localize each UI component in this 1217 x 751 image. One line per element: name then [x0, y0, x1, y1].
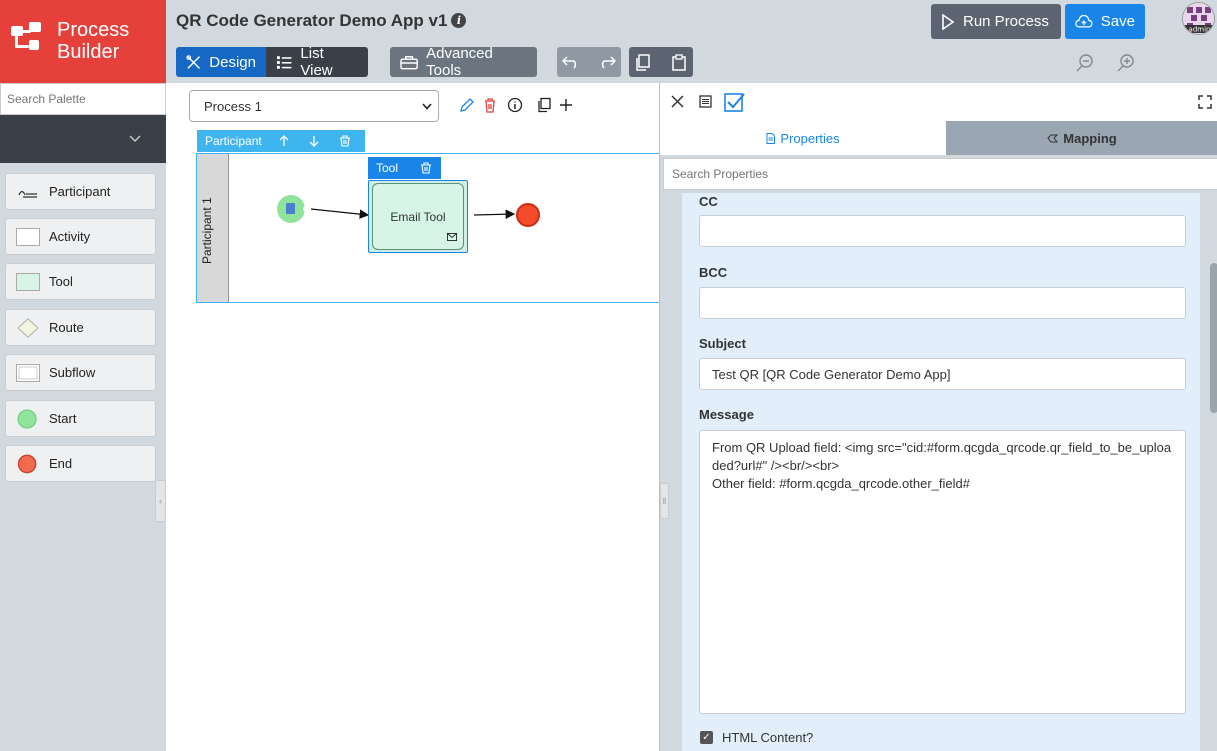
copy-paste-group [629, 47, 693, 77]
document-icon [766, 132, 776, 144]
bcc-label: BCC [699, 265, 728, 280]
palette-item-activity[interactable]: Activity [5, 218, 156, 255]
palette-panel: Participant Activity Tool Route Subflow … [0, 83, 166, 751]
zoom-out-icon[interactable] [1075, 52, 1095, 72]
app-logo: Process Builder [0, 0, 166, 83]
design-tools-icon [186, 54, 201, 69]
end-icon [17, 454, 37, 473]
end-node[interactable] [516, 203, 540, 227]
activity-icon [16, 227, 40, 246]
redo-button[interactable] [593, 47, 621, 77]
start-icon [17, 408, 37, 429]
move-down-icon[interactable] [309, 135, 319, 147]
fullscreen-icon[interactable] [1198, 95, 1212, 109]
list-icon [276, 55, 292, 69]
palette-item-end[interactable]: End [5, 445, 156, 482]
palette-item-start[interactable]: Start [5, 400, 156, 437]
redo-icon [601, 56, 616, 69]
paste-icon [672, 53, 686, 71]
undo-icon [562, 56, 577, 69]
transition-start-to-tool[interactable] [310, 208, 370, 219]
delete-tool-icon[interactable] [420, 162, 432, 174]
app-name: Process Builder [57, 19, 130, 63]
mapping-icon [1047, 134, 1059, 142]
undo-button[interactable] [557, 47, 585, 77]
delete-participant-icon[interactable] [339, 135, 351, 147]
process-select[interactable]: Process 1 [189, 90, 439, 122]
palette-category-dropdown[interactable] [0, 115, 166, 163]
toolbox-icon [400, 55, 418, 69]
edit-pencil-icon[interactable] [459, 97, 475, 113]
properties-resize-handle[interactable]: ‖ [660, 483, 669, 519]
run-process-button[interactable]: Run Process [931, 4, 1061, 39]
html-content-checkbox[interactable]: ✓ [700, 731, 713, 744]
participant-toolbar: Participant [197, 130, 365, 152]
properties-panel: Properties Mapping CC BCC Subject Test Q… [659, 83, 1217, 751]
info-circle-icon[interactable] [507, 97, 523, 113]
html-content-label: HTML Content? [722, 730, 814, 745]
route-icon [17, 317, 39, 338]
form-view-icon[interactable] [699, 95, 712, 108]
cloud-upload-icon [1075, 14, 1093, 27]
design-tab-button[interactable]: Design [176, 47, 266, 77]
bcc-field[interactable] [699, 287, 1186, 319]
email-tool-node[interactable]: Email Tool [368, 180, 468, 253]
chevron-down-icon [422, 103, 432, 110]
zoom-in-icon[interactable] [1116, 52, 1136, 72]
tab-mapping[interactable]: Mapping [946, 121, 1217, 155]
search-palette-input[interactable] [0, 83, 166, 115]
save-button[interactable]: Save [1065, 4, 1145, 39]
participant-icon [18, 190, 37, 198]
palette-resize-handle[interactable]: ‹ [155, 480, 166, 522]
subflow-icon [16, 363, 40, 382]
form-icon [286, 203, 295, 214]
delete-icon[interactable] [482, 97, 498, 113]
advanced-tools-button[interactable]: Advanced Tools [390, 45, 537, 79]
list-view-button[interactable]: List View [266, 45, 368, 79]
search-properties-input[interactable] [663, 158, 1217, 190]
copy-icon [636, 53, 650, 71]
tool-node-label: Email Tool [390, 209, 446, 224]
tool-icon [16, 272, 40, 291]
cc-field[interactable] [699, 215, 1186, 247]
svg-text:admin: admin [1189, 26, 1211, 34]
subject-field[interactable]: Test QR [QR Code Generator Demo App] [699, 358, 1186, 390]
palette-item-route[interactable]: Route [5, 309, 156, 346]
play-icon [942, 13, 955, 30]
cc-label: CC [699, 194, 718, 209]
copy-button[interactable] [629, 47, 657, 77]
message-textarea[interactable]: From QR Upload field: <img src="cid:#for… [699, 430, 1186, 714]
process-builder-logo-icon [11, 22, 53, 58]
user-avatar[interactable]: admin [1182, 2, 1215, 35]
message-label: Message [699, 407, 754, 422]
page-title: QR Code Generator Demo App v1 i [176, 11, 467, 31]
move-up-icon[interactable] [279, 135, 289, 147]
transition-tool-to-end[interactable] [473, 209, 516, 220]
close-icon[interactable] [671, 95, 684, 108]
palette-item-subflow[interactable]: Subflow [5, 354, 156, 391]
design-canvas[interactable]: Process 1 Participant Participant 1 Tool [166, 83, 659, 751]
connector-handle[interactable] [303, 206, 309, 212]
tool-toolbar: Tool [368, 157, 441, 179]
palette-item-participant[interactable]: Participant [5, 173, 156, 210]
add-process-icon[interactable] [558, 97, 574, 113]
properties-header [660, 83, 1217, 121]
envelope-icon [447, 233, 457, 241]
palette-item-tool[interactable]: Tool [5, 263, 156, 300]
subject-label: Subject [699, 336, 746, 351]
duplicate-icon[interactable] [536, 97, 552, 113]
paste-button[interactable] [665, 47, 693, 77]
info-icon[interactable]: i [451, 13, 467, 28]
undo-redo-group [557, 47, 621, 77]
properties-scrollbar[interactable] [1210, 263, 1217, 413]
properties-form: CC BCC Subject Test QR [QR Code Generato… [682, 193, 1200, 751]
check-square-icon[interactable] [724, 92, 745, 112]
chevron-down-icon [129, 135, 141, 142]
avatar-pattern-icon: admin [1183, 3, 1214, 34]
tab-properties[interactable]: Properties [660, 121, 946, 155]
